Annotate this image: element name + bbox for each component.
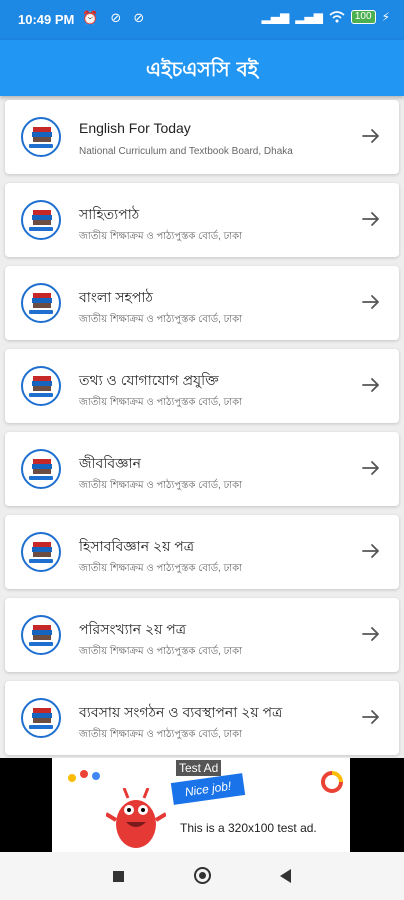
book-icon [21, 366, 61, 406]
book-card[interactable]: সাহিত্যপাঠ জাতীয় শিক্ষাক্রম ও পাঠ্যপুস্ত… [5, 183, 399, 257]
book-title: English For Today [79, 120, 191, 136]
book-card[interactable]: পরিসংখ্যান ২য় পত্র জাতীয় শিক্ষাক্রম ও প… [5, 598, 399, 672]
book-list: English For Today National Curriculum and… [5, 100, 399, 764]
book-publisher: জাতীয় শিক্ষাক্রম ও পাঠ্যপুস্তক বোর্ড, ঢ… [79, 397, 243, 408]
book-publisher: জাতীয় শিক্ষাক্রম ও পাঠ্যপুস্তক বোর্ড, ঢ… [79, 729, 243, 740]
signal-icon: ▂▄▆ [261, 10, 290, 24]
ad-text: This is a 320x100 test ad. [180, 821, 317, 835]
book-publisher: জাতীয় শিক্ষাক্রম ও পাঠ্যপুস্তক বোর্ড, ঢ… [79, 231, 243, 242]
arrow-right-icon[interactable] [359, 622, 383, 646]
signal-icon-2: ▂▄▆ [295, 10, 323, 24]
book-title: তথ্য ও যোগাযোগ প্রযুক্তি [79, 372, 219, 388]
recent-apps-button[interactable] [113, 871, 124, 882]
book-icon [21, 283, 61, 323]
status-time: 10:49 PM [18, 12, 75, 27]
book-publisher: জাতীয় শিক্ষাক্রম ও পাঠ্যপুস্তক বোর্ড, ঢ… [79, 563, 243, 574]
book-title: সাহিত্যপাঠ [79, 206, 140, 222]
book-icon [21, 698, 61, 738]
notification-icons: ⏰ ⊘ ⊘ [82, 11, 149, 26]
ad-dots-icon [68, 770, 100, 782]
home-button[interactable] [194, 867, 211, 884]
status-bar: 10:49 PM ⏰ ⊘ ⊘ ▂▄▆ ▂▄▆ 100 ⚡ [0, 0, 404, 40]
page-title: এইচএসসি বই [145, 57, 259, 81]
book-card[interactable]: তথ্য ও যোগাযোগ প্রযুক্তি জাতীয় শিক্ষাক্র… [5, 349, 399, 423]
charging-icon: ⚡ [381, 10, 390, 24]
wifi-icon [329, 11, 345, 23]
book-card[interactable]: ব্যবসায় সংগঠন ও ব্যবস্থাপনা ২য় পত্র জাত… [5, 681, 399, 755]
back-button[interactable] [280, 869, 291, 883]
book-publisher: জাতীয় শিক্ষাক্রম ও পাঠ্যপুস্তক বোর্ড, ঢ… [79, 314, 243, 325]
book-publisher: জাতীয় শিক্ষাক্রম ও পাঠ্যপুস্তক বোর্ড, ঢ… [79, 480, 243, 491]
book-publisher: জাতীয় শিক্ষাক্রম ও পাঠ্যপুস্তক বোর্ড, ঢ… [79, 646, 243, 657]
book-title: বাংলা সহপাঠ [79, 289, 153, 305]
arrow-right-icon[interactable] [359, 290, 383, 314]
book-icon [21, 532, 61, 572]
ad-badge: Nice job! [170, 773, 246, 805]
book-card[interactable]: জীববিজ্ঞান জাতীয় শিক্ষাক্রম ও পাঠ্যপুস্ত… [5, 432, 399, 506]
book-card[interactable]: বাংলা সহপাঠ জাতীয় শিক্ষাক্রম ও পাঠ্যপুস্… [5, 266, 399, 340]
arrow-right-icon[interactable] [359, 456, 383, 480]
book-icon [21, 117, 61, 157]
book-title: জীববিজ্ঞান [79, 455, 141, 471]
arrow-right-icon[interactable] [359, 124, 383, 148]
arrow-right-icon[interactable] [359, 207, 383, 231]
ad-banner[interactable]: Test Ad Nice job! This is a 320x100 test… [0, 758, 404, 852]
book-title: পরিসংখ্যান ২য় পত্র [79, 621, 187, 637]
battery-icon: 100 [350, 10, 376, 24]
book-card[interactable]: হিসাববিজ্ঞান ২য় পত্র জাতীয় শিক্ষাক্রম ও… [5, 515, 399, 589]
book-icon [21, 200, 61, 240]
system-nav-bar [0, 852, 404, 900]
ad-label: Test Ad [176, 760, 222, 776]
arrow-right-icon[interactable] [359, 705, 383, 729]
book-title: ব্যবসায় সংগঠন ও ব্যবস্থাপনা ২য় পত্র [79, 704, 283, 720]
arrow-right-icon[interactable] [359, 373, 383, 397]
status-right-group: ▂▄▆ ▂▄▆ 100 ⚡ [261, 10, 390, 24]
arrow-right-icon[interactable] [359, 539, 383, 563]
book-title: হিসাববিজ্ঞান ২য় পত্র [79, 538, 194, 554]
admob-logo-icon [321, 771, 343, 793]
monster-icon [106, 788, 166, 848]
book-publisher: National Curriculum and Textbook Board, … [79, 146, 293, 157]
book-icon [21, 615, 61, 655]
book-icon [21, 449, 61, 489]
ad-content[interactable]: Test Ad Nice job! This is a 320x100 test… [52, 758, 350, 852]
book-card[interactable]: English For Today National Curriculum and… [5, 100, 399, 174]
app-bar: এইচএসসি বই [0, 40, 404, 96]
